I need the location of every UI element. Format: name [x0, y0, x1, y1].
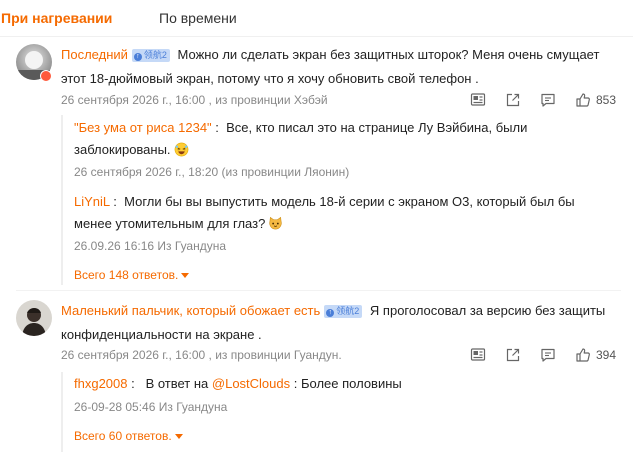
- comment-meta: 26 сентября 2026 г., 16:00 , из провинци…: [61, 93, 328, 107]
- comment-body: Маленький пальчик, который обожает есть ↑…: [61, 299, 621, 347]
- level-badge-text: 领航2: [336, 306, 360, 316]
- reply-item: LiYniL : Могли бы вы выпустить модель 18…: [74, 191, 614, 235]
- level-up-icon: ↑: [133, 53, 142, 61]
- share-icon[interactable]: [505, 347, 521, 363]
- comment-icon[interactable]: [540, 92, 556, 108]
- sort-tabs: При нагревании По времени: [0, 0, 633, 38]
- tab-hot[interactable]: При нагревании: [1, 10, 112, 26]
- thumbs-up-icon[interactable]: [575, 347, 591, 363]
- comment-meta: 26 сентября 2026 г., 16:00 , из провинци…: [61, 348, 342, 362]
- tab-time[interactable]: По времени: [159, 10, 237, 26]
- avatar[interactable]: [16, 300, 52, 336]
- chevron-down-icon: [174, 434, 183, 439]
- reply-separator: :: [211, 120, 227, 135]
- comment-divider: [16, 290, 621, 291]
- reply-text: : Более половины: [290, 376, 402, 391]
- level-badge: ↑ 领航2: [324, 305, 363, 318]
- comment-icon[interactable]: [540, 347, 556, 363]
- reply-meta: 26 сентября 2026 г., 18:20 (из провинции…: [74, 165, 350, 179]
- level-badge: ↑ 领航2: [131, 49, 170, 62]
- reply-meta: 26.09.26 16:16 Из Гуандуна: [74, 239, 227, 253]
- comment-username[interactable]: Последний: [61, 47, 128, 62]
- replies-section: "Без ума от риса 1234" : Все, кто писал …: [61, 115, 621, 285]
- more-replies-text: Всего 60 ответов.: [74, 429, 172, 443]
- more-replies-link[interactable]: Всего 148 ответов.: [74, 268, 190, 282]
- thumbs-up-icon[interactable]: [575, 92, 591, 108]
- comment-body: Последний ↑ 领航2 Можно ли сделать экран без…: [61, 43, 621, 91]
- chevron-down-icon: [181, 273, 190, 278]
- reply-separator: :: [109, 194, 125, 209]
- share-icon[interactable]: [505, 92, 521, 108]
- reply-username[interactable]: LiYniL: [74, 194, 110, 209]
- laughing-emoji-icon: [174, 142, 189, 157]
- cat-emoji-icon: [268, 216, 283, 231]
- reply-item: "Без ума от риса 1234" : Все, кто писал …: [74, 117, 614, 161]
- level-badge-text: 领航2: [143, 50, 167, 60]
- level-up-icon: ↑: [326, 309, 335, 317]
- comment-actions: 394: [451, 347, 616, 363]
- reply-prefix: В ответ на: [145, 376, 212, 391]
- replies-section: fhxg2008 : В ответ на @LostClouds : Боле…: [61, 372, 621, 452]
- reply-meta: 26-09-28 05:46 Из Гуандуна: [74, 400, 228, 414]
- tabs-divider: [0, 36, 633, 37]
- reply-text: Могли бы вы выпустить модель 18-й серии …: [74, 194, 575, 231]
- reply-username[interactable]: "Без ума от риса 1234": [74, 120, 212, 135]
- comment-username[interactable]: Маленький пальчик, который обожает есть: [61, 303, 320, 318]
- translate-icon[interactable]: [470, 92, 486, 108]
- like-count: 394: [595, 348, 616, 362]
- translate-icon[interactable]: [470, 347, 486, 363]
- like-count: 853: [595, 93, 616, 107]
- reply-username[interactable]: fhxg2008: [74, 376, 128, 391]
- mention-link[interactable]: @LostClouds: [212, 376, 290, 391]
- more-replies-link[interactable]: Всего 60 ответов.: [74, 429, 183, 443]
- reply-separator: :: [127, 376, 146, 391]
- reply-item: fhxg2008 : В ответ на @LostClouds : Боле…: [74, 373, 614, 395]
- more-replies-text: Всего 148 ответов.: [74, 268, 179, 282]
- verified-badge-icon: [40, 70, 52, 82]
- comment-actions: 853: [451, 92, 616, 108]
